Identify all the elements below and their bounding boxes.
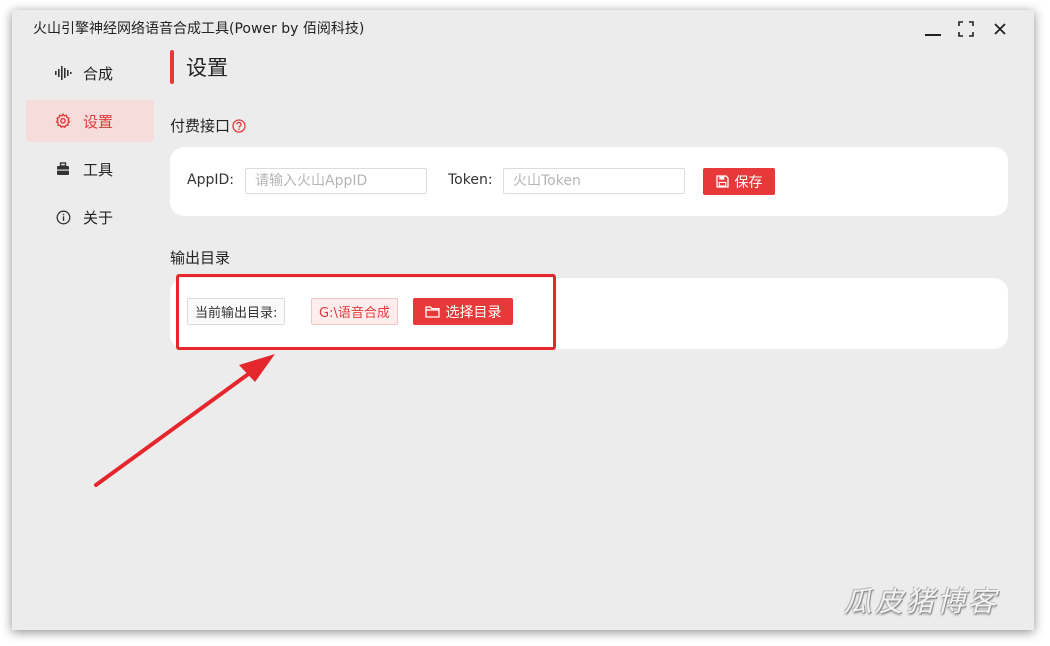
close-icon <box>994 23 1006 35</box>
token-label: Token: <box>448 172 493 188</box>
app-window: 火山引擎神经网络语音合成工具(Power by 佰阅科技) 合成 设置 工具 关… <box>12 10 1034 630</box>
window-title: 火山引擎神经网络语音合成工具(Power by 佰阅科技) <box>33 21 365 37</box>
title-bar: 火山引擎神经网络语音合成工具(Power by 佰阅科技) <box>12 10 1034 46</box>
sidebar-item-tools[interactable]: 工具 <box>26 148 154 190</box>
paid-api-card: AppID: Token: 保存 <box>170 147 1008 216</box>
gear-icon <box>54 112 72 130</box>
save-button-label: 保存 <box>734 174 763 191</box>
choose-dir-button-label: 选择目录 <box>445 304 502 321</box>
output-dir-section-label: 输出目录 <box>170 247 230 268</box>
sidebar: 合成 设置 工具 关于 <box>26 52 154 244</box>
title-accent-bar <box>170 50 174 84</box>
sidebar-item-settings[interactable]: 设置 <box>26 100 154 142</box>
appid-input[interactable] <box>245 168 427 194</box>
appid-label: AppID: <box>187 172 234 188</box>
output-dir-label-text: 输出目录 <box>170 249 231 267</box>
token-input[interactable] <box>503 168 685 194</box>
info-icon <box>54 208 72 226</box>
fullscreen-icon <box>958 21 974 37</box>
toolbox-icon <box>54 160 72 178</box>
watermark: 瓜皮猪博客 <box>844 585 1000 618</box>
save-button[interactable]: 保存 <box>703 168 775 195</box>
sidebar-item-synthesis[interactable]: 合成 <box>26 52 154 94</box>
minimize-button[interactable] <box>920 18 946 40</box>
page-title: 设置 <box>186 56 228 80</box>
page-header: 设置 <box>170 50 228 84</box>
sidebar-item-label: 设置 <box>83 112 114 131</box>
save-icon <box>715 175 729 188</box>
current-dir-label: 当前输出目录: <box>187 298 286 325</box>
paid-api-section-label: 付费接口 <box>170 115 246 136</box>
sidebar-item-label: 关于 <box>83 208 114 227</box>
sidebar-item-label: 工具 <box>83 160 114 179</box>
paid-api-label-text: 付费接口 <box>170 117 231 135</box>
minimize-icon <box>925 34 941 36</box>
folder-icon <box>424 306 440 318</box>
output-dir-card: 当前输出目录: G:\语音合成 选择目录 <box>170 278 1008 349</box>
waveform-icon <box>54 64 72 82</box>
sidebar-item-label: 合成 <box>83 64 114 83</box>
help-icon[interactable] <box>232 118 246 133</box>
current-dir-value: G:\语音合成 <box>311 298 398 325</box>
maximize-button[interactable] <box>953 18 979 40</box>
close-button[interactable] <box>987 18 1013 40</box>
choose-dir-button[interactable]: 选择目录 <box>413 298 513 325</box>
sidebar-item-about[interactable]: 关于 <box>26 196 154 238</box>
